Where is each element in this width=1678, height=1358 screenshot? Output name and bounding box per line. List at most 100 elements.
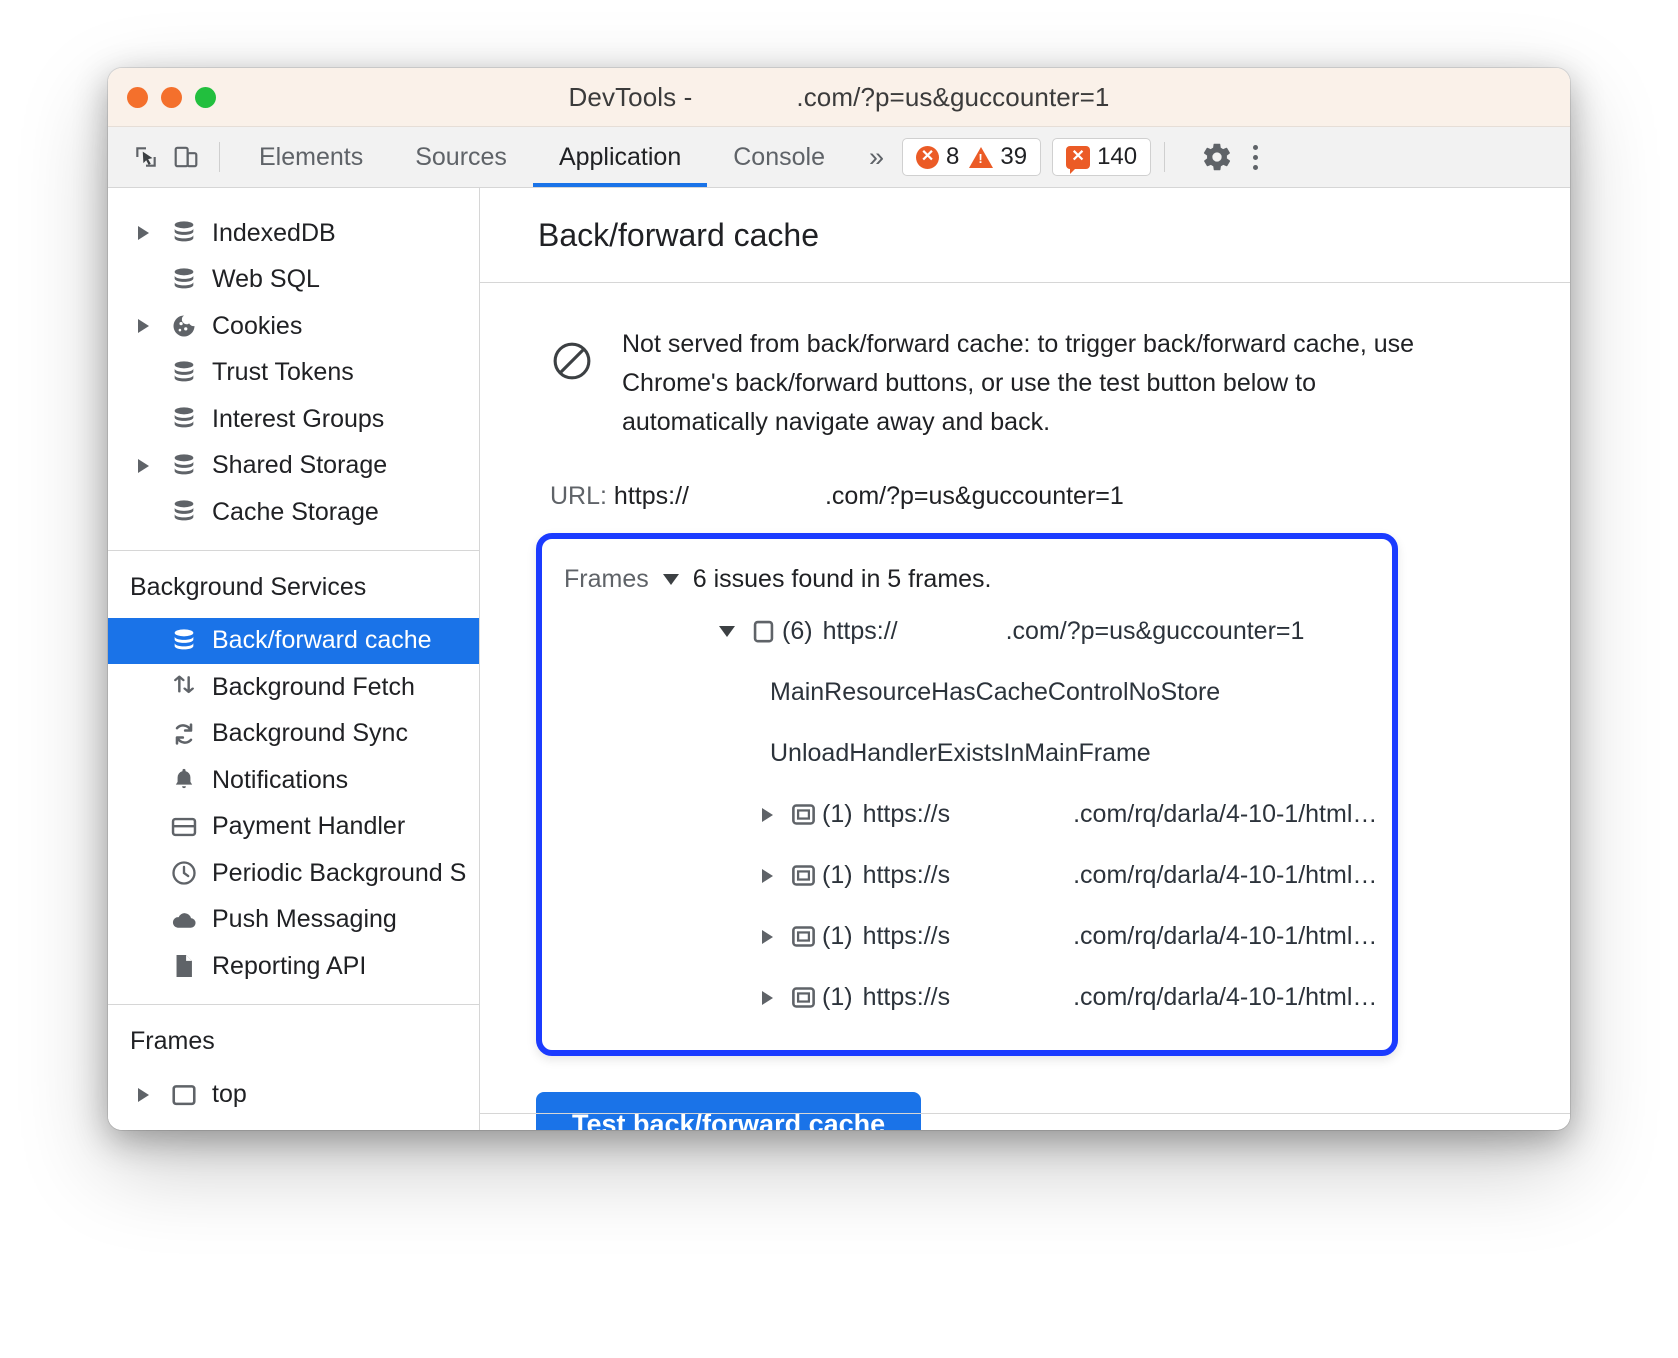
sidebar-item-reporting-api[interactable]: Reporting API <box>108 943 479 990</box>
sidebar-item-indexeddb[interactable]: IndexedDB <box>108 210 479 257</box>
credit-card-icon <box>164 813 204 841</box>
chevron-right-icon[interactable] <box>750 868 784 883</box>
chevron-right-icon[interactable] <box>750 990 784 1005</box>
error-counter[interactable]: ✕ 8 <box>916 143 959 171</box>
subframe-redacted-host: s <box>937 861 951 889</box>
subframe-redacted-host: s <box>937 983 951 1011</box>
error-warning-counter[interactable]: ✕ 8 39 <box>902 138 1042 176</box>
window-titlebar: DevTools - .com/?p=us&guccounter=1 <box>108 68 1570 127</box>
sidebar-item-trust-tokens[interactable]: Trust Tokens <box>108 350 479 397</box>
tab-application-label: Application <box>558 142 682 171</box>
panel-tabs: Elements Sources Application Console <box>233 127 851 187</box>
frame-icon <box>164 1081 204 1109</box>
close-window-button[interactable] <box>127 86 148 108</box>
issue-row[interactable]: MainResourceHasCacheControlNoStore <box>542 662 1392 723</box>
error-count-label: 8 <box>946 143 960 170</box>
sidebar-item-background-sync[interactable]: Background Sync <box>108 711 479 758</box>
sidebar-item-back-forward-cache[interactable]: Back/forward cache <box>108 617 479 664</box>
sidebar-item-cookies[interactable]: Cookies <box>108 303 479 350</box>
database-icon <box>164 452 204 480</box>
tree-row-subframe[interactable]: (1) https://s .com/rq/darla/4-10-1/html… <box>542 784 1392 845</box>
iframe-icon <box>784 984 822 1011</box>
tab-application[interactable]: Application <box>532 127 708 187</box>
tab-console[interactable]: Console <box>707 127 851 187</box>
tab-sources[interactable]: Sources <box>389 127 533 187</box>
issue-counter[interactable]: ✕ 140 <box>1066 143 1137 174</box>
panel-header: Back/forward cache <box>480 188 1570 283</box>
minimize-window-button[interactable] <box>161 86 182 108</box>
window-title-suffix: .com/?p=us&guccounter=1 <box>796 81 1110 112</box>
more-tabs-button[interactable]: » <box>851 143 902 171</box>
tree-row-main-frame[interactable]: (6) https:// .com/?p=us&guccounter=1 <box>542 601 1392 662</box>
tab-sources-label: Sources <box>415 142 507 171</box>
frames-tree-label: Frames <box>564 564 649 593</box>
chevron-right-icon[interactable] <box>750 929 784 944</box>
subframe-count: (1) <box>822 922 853 950</box>
main-frame-scheme: https:// <box>822 617 898 645</box>
sidebar-item-interest-groups[interactable]: Interest Groups <box>108 396 479 443</box>
chevron-right-icon[interactable] <box>138 226 164 241</box>
chevron-right-icon[interactable] <box>138 458 164 473</box>
gear-icon[interactable] <box>1196 136 1238 178</box>
sidebar-item-periodic-background-sync[interactable]: Periodic Background S <box>108 850 479 897</box>
devtools-body: IndexedDB Web SQL Cookies Trust Tokens I… <box>108 188 1570 1130</box>
subframe-count: (1) <box>822 861 853 889</box>
devtools-toolbar: Elements Sources Application Console » ✕… <box>108 127 1570 188</box>
error-icon: ✕ <box>916 145 940 169</box>
sync-icon <box>164 720 204 748</box>
sidebar-item-shared-storage[interactable]: Shared Storage <box>108 443 479 490</box>
issues-counter[interactable]: ✕ 140 <box>1052 138 1152 176</box>
subframe-scheme: https:// <box>862 983 938 1011</box>
chevron-right-icon[interactable] <box>138 1087 164 1102</box>
issue-row[interactable]: UnloadHandlerExistsInMainFrame <box>542 723 1392 784</box>
warning-counter[interactable]: 39 <box>969 143 1027 171</box>
window-title: DevTools - .com/?p=us&guccounter=1 <box>108 82 1570 113</box>
application-sidebar: IndexedDB Web SQL Cookies Trust Tokens I… <box>108 188 480 1130</box>
chevron-right-icon[interactable] <box>138 319 164 334</box>
tree-row-subframe[interactable]: (1) https://s .com/rq/darla/4-10-1/html… <box>542 967 1392 1028</box>
sidebar-item-web-sql[interactable]: Web SQL <box>108 257 479 304</box>
sidebar-item-push-messaging[interactable]: Push Messaging <box>108 897 479 944</box>
chevron-right-icon[interactable] <box>750 807 784 822</box>
chevron-down-icon[interactable] <box>710 626 744 637</box>
tab-elements[interactable]: Elements <box>233 127 389 187</box>
sidebar-item-payment-handler[interactable]: Payment Handler <box>108 804 479 851</box>
frames-tree-summary: 6 issues found in 5 frames. <box>692 564 992 593</box>
sidebar-item-frame-top[interactable]: top <box>108 1072 479 1119</box>
url-label: URL: <box>550 482 607 510</box>
chevron-down-icon[interactable] <box>662 573 679 585</box>
subframe-scheme: https:// <box>862 861 938 889</box>
frames-tree-header[interactable]: Frames 6 issues found in 5 frames. <box>542 557 1392 601</box>
issue-icon: ✕ <box>1066 145 1091 174</box>
sidebar-item-background-fetch[interactable]: Background Fetch <box>108 664 479 711</box>
window-title-prefix: DevTools - <box>568 81 693 112</box>
issue-label: MainResourceHasCacheControlNoStore <box>770 678 1221 706</box>
database-icon <box>164 405 204 433</box>
fetch-arrows-icon <box>164 673 204 701</box>
test-back-forward-cache-button[interactable]: Test back/forward cache <box>536 1092 922 1130</box>
toolbar-divider-2 <box>1164 142 1166 172</box>
database-icon <box>164 627 204 655</box>
maximize-window-button[interactable] <box>195 86 216 108</box>
sidebar-item-label: Notifications <box>212 765 349 794</box>
subframe-redacted-host: s <box>937 922 951 950</box>
toggle-device-toolbar-button[interactable] <box>166 137 206 177</box>
subframe-count: (1) <box>822 800 853 828</box>
kebab-menu-icon[interactable] <box>1238 136 1272 178</box>
sidebar-item-notifications[interactable]: Notifications <box>108 757 479 804</box>
tree-row-subframe[interactable]: (1) https://s .com/rq/darla/4-10-1/html… <box>542 906 1392 967</box>
sidebar-item-label: Periodic Background S <box>212 858 467 887</box>
database-icon <box>164 266 204 294</box>
page-title: Back/forward cache <box>538 216 820 253</box>
sidebar-item-clipped[interactable] <box>108 188 479 210</box>
tree-row-subframe[interactable]: (1) https://s .com/rq/darla/4-10-1/html… <box>542 845 1392 906</box>
iframe-icon <box>784 801 822 828</box>
cloud-icon <box>164 906 204 934</box>
toolbar-divider <box>219 142 220 172</box>
page-url: URL: https:// .com/?p=us&guccounter=1 <box>480 482 1570 511</box>
panel-bottom-divider <box>480 1113 1570 1114</box>
inspect-element-button[interactable] <box>126 137 166 177</box>
warning-icon <box>969 146 994 168</box>
sidebar-item-cache-storage[interactable]: Cache Storage <box>108 489 479 536</box>
subframe-count: (1) <box>822 983 853 1011</box>
